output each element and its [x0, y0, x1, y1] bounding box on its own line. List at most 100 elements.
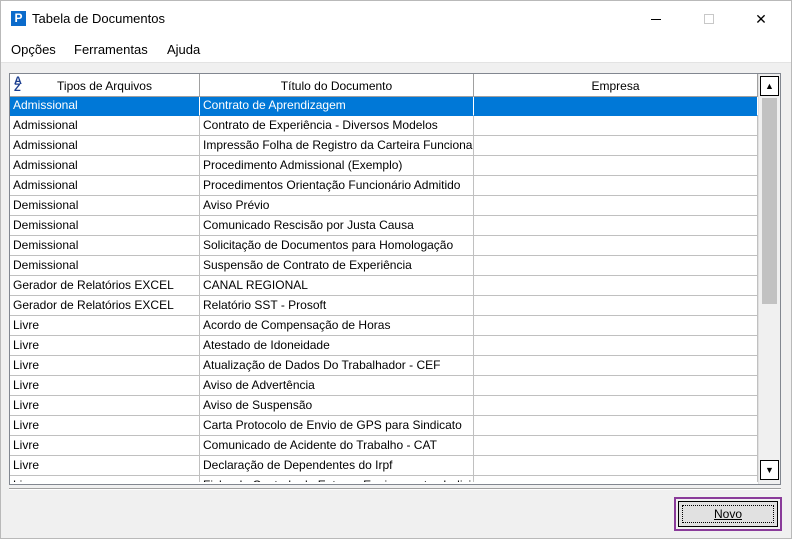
- cell-titulo: Comunicado Rescisão por Justa Causa: [200, 216, 474, 236]
- table-row[interactable]: Livre Comunicado de Acidente do Trabalho …: [10, 436, 758, 456]
- cell-empresa: [474, 376, 758, 396]
- maximize-icon: [704, 14, 714, 24]
- cell-titulo: Acordo de Compensação de Horas: [200, 316, 474, 336]
- table-row[interactable]: Demissional Suspensão de Contrato de Expe…: [10, 256, 758, 276]
- scroll-down-button[interactable]: ▼: [760, 460, 779, 480]
- cell-titulo: Relatório SST - Prosoft: [200, 296, 474, 316]
- cell-tipo: Livre: [10, 316, 200, 336]
- cell-empresa: [474, 256, 758, 276]
- table-row[interactable]: Admissional Procedimento Admissional (Exe…: [10, 156, 758, 176]
- minimize-button[interactable]: [633, 1, 679, 37]
- vertical-scrollbar[interactable]: ▲ ▼: [758, 74, 780, 484]
- grid-rows: Admissional Contrato de Aprendizagem Admis…: [10, 97, 758, 482]
- window-title: Tabela de Documentos: [32, 11, 165, 26]
- table-row[interactable]: Gerador de Relatórios EXCEL Relatório SST…: [10, 296, 758, 316]
- cell-empresa: [474, 176, 758, 196]
- triangle-up-icon: ▲: [765, 81, 774, 91]
- cell-titulo: Procedimento Admissional (Exemplo): [200, 156, 474, 176]
- scroll-up-button[interactable]: ▲: [760, 76, 779, 96]
- cell-titulo: Impressão Folha de Registro da Carteira …: [200, 136, 474, 156]
- cell-tipo: Admissional: [10, 97, 200, 116]
- cell-empresa: [474, 136, 758, 156]
- cell-titulo: Contrato de Aprendizagem: [200, 97, 474, 116]
- table-row[interactable]: Admissional Procedimentos Orientação Func…: [10, 176, 758, 196]
- novo-button-label: Novo: [713, 507, 742, 521]
- novo-button[interactable]: Novo: [678, 501, 778, 527]
- cell-empresa: [474, 396, 758, 416]
- menu-bar: Opções Ferramentas Ajuda: [1, 37, 791, 63]
- table-row[interactable]: Livre Aviso de Advertência: [10, 376, 758, 396]
- cell-empresa: [474, 196, 758, 216]
- table-row[interactable]: Livre Acordo de Compensação de Horas: [10, 316, 758, 336]
- scroll-thumb[interactable]: [762, 98, 777, 304]
- cell-tipo: Demissional: [10, 216, 200, 236]
- cell-titulo: Atestado de Idoneidade: [200, 336, 474, 356]
- table-row[interactable]: Livre Declaração de Dependentes do Irpf: [10, 456, 758, 476]
- table-row[interactable]: Gerador de Relatórios EXCEL CANAL REGIONA…: [10, 276, 758, 296]
- divider: [9, 488, 781, 490]
- table-row[interactable]: Livre Atestado de Idoneidade: [10, 336, 758, 356]
- cell-empresa: [474, 336, 758, 356]
- menu-opcoes[interactable]: Opções: [11, 42, 56, 57]
- table-row[interactable]: LivreFicha de Controle de Entrega Equipa…: [10, 476, 758, 482]
- cell-empresa: [474, 316, 758, 336]
- cell-titulo: Contrato de Experiência - Diversos Model…: [200, 116, 474, 136]
- cell-tipo: Livre: [10, 476, 200, 482]
- cell-tipo: Demissional: [10, 236, 200, 256]
- cell-titulo: Carta Protocolo de Envio de GPS para Sin…: [200, 416, 474, 436]
- column-header-tipos[interactable]: AZ Tipos de Arquivos: [10, 74, 200, 97]
- cell-empresa: [474, 236, 758, 256]
- title-bar[interactable]: P Tabela de Documentos ✕: [1, 1, 791, 37]
- column-header-empresa[interactable]: Empresa: [474, 74, 758, 97]
- cell-tipo: Admissional: [10, 116, 200, 136]
- cell-empresa: [474, 216, 758, 236]
- cell-tipo: Admissional: [10, 136, 200, 156]
- cell-empresa: [474, 356, 758, 376]
- cell-tipo: Admissional: [10, 176, 200, 196]
- table-row[interactable]: Livre Atualização de Dados Do Trabalhador…: [10, 356, 758, 376]
- column-header-label: Título do Documento: [280, 78, 393, 93]
- cell-titulo: Procedimentos Orientação Funcionário Adm…: [200, 176, 474, 196]
- triangle-down-icon: ▼: [765, 465, 774, 475]
- table-row[interactable]: Livre Carta Protocolo de Envio de GPS par…: [10, 416, 758, 436]
- table-row[interactable]: Admissional Impressão Folha de Registro d…: [10, 136, 758, 156]
- sort-az-icon[interactable]: AZ: [14, 76, 22, 94]
- menu-ajuda[interactable]: Ajuda: [167, 42, 200, 57]
- cell-titulo: Ficha de Controle de Entrega Equipamento…: [200, 476, 474, 482]
- cell-tipo: Demissional: [10, 196, 200, 216]
- close-button[interactable]: ✕: [738, 1, 784, 37]
- cell-tipo: Livre: [10, 416, 200, 436]
- cell-empresa: [474, 476, 758, 482]
- cell-titulo: Aviso Prévio: [200, 196, 474, 216]
- table-row[interactable]: Demissional Comunicado Rescisão por Justa…: [10, 216, 758, 236]
- menu-ferramentas[interactable]: Ferramentas: [74, 42, 148, 57]
- cell-tipo: Livre: [10, 376, 200, 396]
- cell-tipo: Livre: [10, 356, 200, 376]
- cell-empresa: [474, 97, 758, 116]
- cell-titulo: Atualização de Dados Do Trabalhador - CE…: [200, 356, 474, 376]
- cell-tipo: Livre: [10, 336, 200, 356]
- cell-titulo: Aviso de Advertência: [200, 376, 474, 396]
- table-row[interactable]: Admissional Contrato de Aprendizagem: [10, 97, 758, 116]
- column-header-label: Empresa: [591, 78, 640, 93]
- minimize-icon: [651, 18, 661, 20]
- cell-empresa: [474, 296, 758, 316]
- table-row[interactable]: Demissional Solicitação de Documentos par…: [10, 236, 758, 256]
- cell-titulo: Declaração de Dependentes do Irpf: [200, 456, 474, 476]
- cell-empresa: [474, 116, 758, 136]
- column-header-titulo[interactable]: Título do Documento: [200, 74, 474, 97]
- cell-titulo: Aviso de Suspensão: [200, 396, 474, 416]
- table-row[interactable]: Demissional Aviso Prévio: [10, 196, 758, 216]
- cell-empresa: [474, 276, 758, 296]
- table-row[interactable]: Livre Aviso de Suspensão: [10, 396, 758, 416]
- close-icon: ✕: [755, 10, 767, 27]
- app-window: P Tabela de Documentos ✕ Opções Ferramen…: [0, 0, 792, 539]
- cell-titulo: CANAL REGIONAL: [200, 276, 474, 296]
- column-header-label: Tipos de Arquivos: [57, 78, 152, 93]
- documents-grid[interactable]: AZ Tipos de Arquivos Título do Documento…: [9, 73, 781, 485]
- cell-tipo: Gerador de Relatórios EXCEL: [10, 296, 200, 316]
- cell-tipo: Livre: [10, 436, 200, 456]
- cell-tipo: Admissional: [10, 156, 200, 176]
- table-row[interactable]: Admissional Contrato de Experiência - Div…: [10, 116, 758, 136]
- maximize-button[interactable]: [686, 1, 732, 37]
